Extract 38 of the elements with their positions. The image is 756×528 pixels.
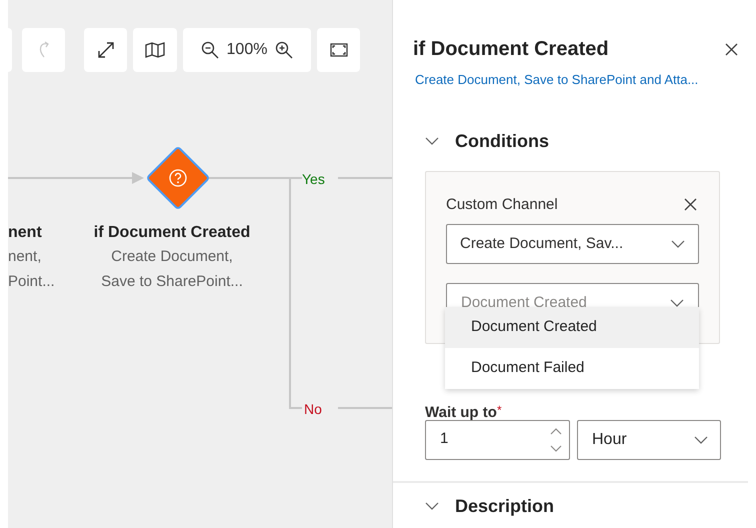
fit-screen-button[interactable] (317, 28, 360, 72)
branch-label: No (304, 400, 322, 419)
connector-line (338, 177, 392, 179)
number-field[interactable]: 1 (425, 420, 570, 460)
map-button[interactable] (133, 28, 177, 72)
dropdown-option[interactable]: Document Created (445, 306, 699, 348)
branch-label: Yes (302, 170, 325, 189)
connector-line (338, 407, 392, 409)
channel-label: Custom Channel (446, 194, 558, 214)
chevron-down-icon (694, 436, 708, 444)
chevron-down-icon (671, 240, 685, 248)
chevron-down-icon (425, 502, 439, 510)
section-header[interactable]: Description (425, 492, 756, 520)
zoom-in-icon[interactable] (275, 41, 294, 59)
unit-dropdown[interactable]: Hour (577, 420, 721, 460)
node-title: if Document Created (94, 223, 250, 243)
node-title: nent (8, 223, 42, 243)
expand-icon (96, 41, 114, 59)
zoom-level: 100% (226, 40, 268, 60)
zoom-out-icon[interactable] (200, 41, 219, 59)
required-mark: * (496, 404, 502, 416)
spinner-icon[interactable] (549, 426, 563, 452)
dropdown-option[interactable]: Document Failed (445, 348, 699, 388)
node-description: nent, (8, 247, 42, 267)
node-description: Point... (8, 272, 55, 292)
chevron-down-icon (425, 137, 439, 145)
channel-dropdown[interactable]: Create Document, Sav... (446, 224, 699, 264)
chevron-down-icon (670, 299, 684, 307)
node-description: Create Document, (111, 247, 233, 267)
subtitle-link[interactable]: Create Document, Save to SharePoint and Atta... (415, 70, 756, 90)
expand-button[interactable] (84, 28, 127, 72)
panel-title: if Document Created (413, 37, 609, 62)
question-icon (169, 169, 187, 187)
wait-label: Wait up to (425, 404, 497, 422)
map-icon (145, 42, 165, 58)
section-header[interactable]: Conditions (425, 128, 756, 154)
node-description: Save to SharePoint... (101, 272, 243, 292)
fit-screen-icon (330, 43, 348, 57)
